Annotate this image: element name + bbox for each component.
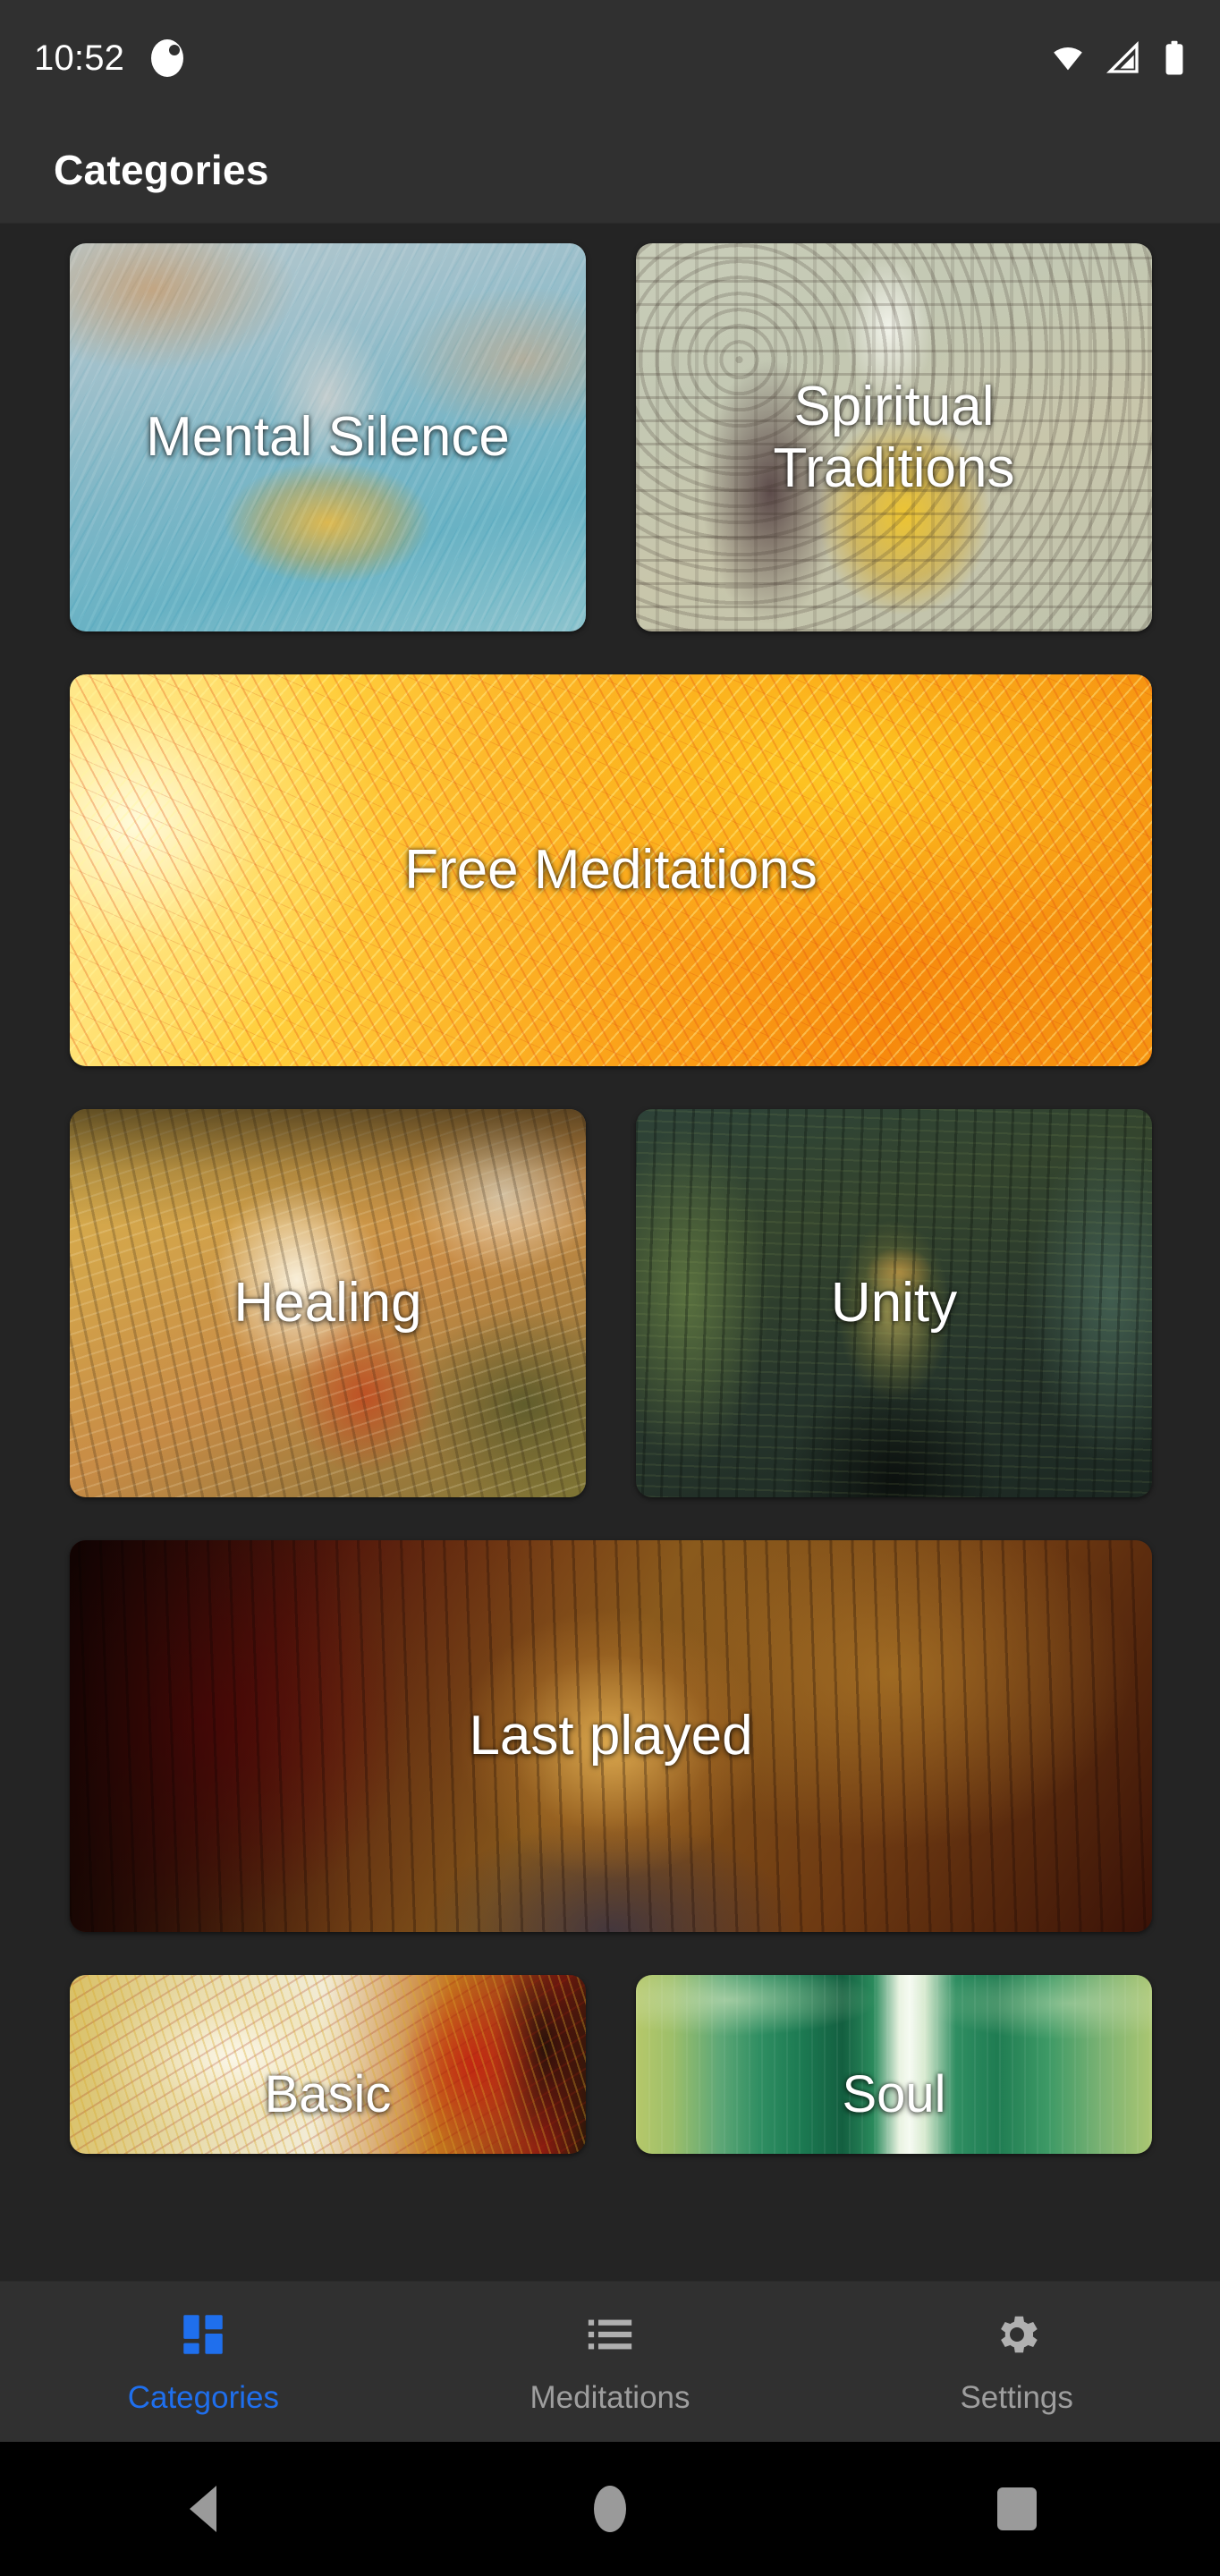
triangle-back-icon (190, 2486, 217, 2532)
category-card-soul[interactable]: Soul (636, 1975, 1152, 2154)
tab-label-settings: Settings (960, 2379, 1073, 2415)
category-card-label-line1: Spiritual (793, 375, 995, 437)
card-artwork (70, 1975, 586, 2154)
category-card-label: Unity (830, 1272, 958, 1335)
wifi-icon (1054, 47, 1082, 71)
category-row: Free Meditations (70, 674, 1152, 1066)
category-row: Last played (70, 1540, 1152, 1932)
category-card-label: Healing (233, 1272, 422, 1335)
category-card-last-played[interactable]: Last played (70, 1540, 1152, 1932)
status-bar: 10:52 (0, 0, 1220, 116)
category-card-label: Basic (264, 2064, 392, 2123)
gear-icon (1000, 2316, 1038, 2352)
tab-label-categories: Categories (127, 2379, 279, 2415)
back-button[interactable] (149, 2478, 257, 2540)
tab-settings[interactable]: Settings (813, 2282, 1220, 2442)
category-card-label: Spiritual Traditions (761, 376, 1028, 500)
app-bar: Categories (0, 116, 1220, 224)
category-card-label: Soul (842, 2064, 946, 2123)
notification-dot-icon (151, 39, 184, 77)
battery-icon (1165, 40, 1183, 75)
category-card-unity[interactable]: Unity (636, 1109, 1152, 1497)
category-card-label-line2: Traditions (773, 437, 1015, 499)
category-card-label: Last played (469, 1705, 753, 1767)
category-card-basic[interactable]: Basic (70, 1975, 586, 2154)
home-button[interactable] (556, 2478, 664, 2540)
status-bar-right (1050, 39, 1188, 77)
bottom-tab-bar: Categories Meditations Settings (0, 2281, 1220, 2442)
category-card-label: Free Meditations (404, 839, 818, 902)
category-card-spiritual-traditions[interactable]: Spiritual Traditions (636, 243, 1152, 631)
tab-label-meditations: Meditations (530, 2379, 690, 2415)
status-clock: 10:52 (34, 38, 125, 78)
square-recents-icon (996, 2487, 1037, 2530)
category-grid[interactable]: Mental Silence Spiritual Traditions Free… (0, 224, 1220, 2281)
list-icon (588, 2319, 632, 2349)
category-row: Basic Soul (70, 1975, 1152, 2154)
category-card-healing[interactable]: Healing (70, 1109, 586, 1497)
category-card-label: Mental Silence (146, 406, 510, 469)
page-title: Categories (54, 146, 269, 193)
circle-home-icon (593, 2486, 626, 2532)
android-system-nav (0, 2442, 1220, 2576)
category-card-free-meditations[interactable]: Free Meditations (70, 674, 1152, 1066)
cellular-signal-icon (1106, 40, 1139, 73)
tab-categories[interactable]: Categories (0, 2282, 407, 2442)
app-root: 10:52 Categories Mental Silence Spiritua… (0, 0, 1220, 2576)
category-card-mental-silence[interactable]: Mental Silence (70, 243, 586, 631)
status-bar-left: 10:52 (34, 38, 184, 79)
dashboard-grid-icon (183, 2314, 224, 2354)
card-artwork (636, 1975, 1152, 2154)
category-row: Healing Unity (70, 1109, 1152, 1497)
recents-button[interactable] (963, 2478, 1071, 2540)
category-row: Mental Silence Spiritual Traditions (70, 243, 1152, 631)
tab-meditations[interactable]: Meditations (407, 2282, 814, 2442)
